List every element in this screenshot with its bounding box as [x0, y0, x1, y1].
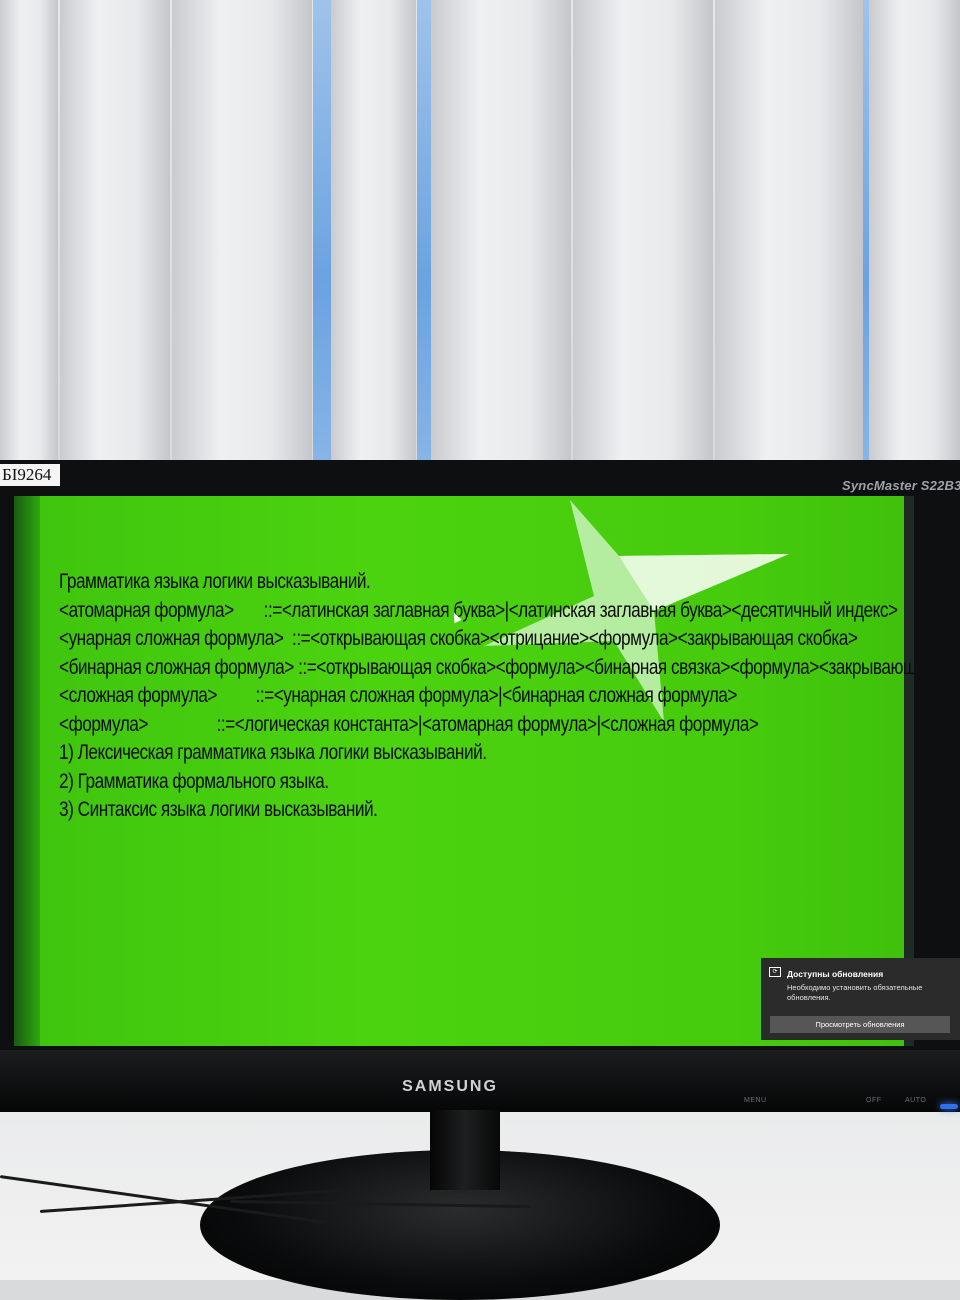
notification-body: Необходимо установить обязательные обнов…	[787, 983, 923, 1002]
auto-button[interactable]: AUTO	[905, 1097, 926, 1104]
grammar-rule-binary: <бинарная сложная формула> ::=<открывающ…	[59, 655, 914, 679]
monitor-stand-neck	[430, 1110, 500, 1190]
brand-logo: SAMSUNG	[402, 1078, 498, 1095]
window-blinds	[0, 0, 960, 470]
answer-option-2: 2) Грамматика формального языка.	[59, 769, 329, 793]
grammar-rule-complex: <сложная формула> ::=<унарная сложная фо…	[59, 684, 737, 707]
monitor-model-label: SyncMaster S22B300	[842, 478, 960, 493]
slide-text: Грамматика языка логики высказываний. <а…	[59, 568, 914, 825]
notification-title: Доступны обновления	[787, 969, 884, 979]
update-icon: ⟳	[769, 967, 781, 977]
update-notification[interactable]: ⟳ Доступны обновления Необходимо установ…	[761, 958, 960, 1040]
inventory-sticker: БI9264	[0, 464, 60, 486]
answer-option-1: 1) Лексическая грамматика языка логики в…	[59, 741, 487, 764]
grammar-rule-formula: <формула> ::=<логическая константа>|<ато…	[59, 712, 759, 736]
power-led-icon	[940, 1104, 958, 1109]
grammar-rule-atomic: <атомарная формула> ::=<латинская заглав…	[59, 598, 898, 622]
off-button[interactable]: OFF	[866, 1097, 882, 1104]
slide-title: Грамматика языка логики высказываний.	[59, 570, 371, 593]
answer-option-3: 3) Синтаксис языка логики высказываний.	[59, 798, 378, 821]
grammar-rule-unary: <унарная сложная формула> ::=<открывающа…	[59, 627, 858, 650]
menu-button[interactable]: MENU	[744, 1097, 767, 1104]
view-updates-button[interactable]: Просмотреть обновления	[770, 1016, 950, 1033]
